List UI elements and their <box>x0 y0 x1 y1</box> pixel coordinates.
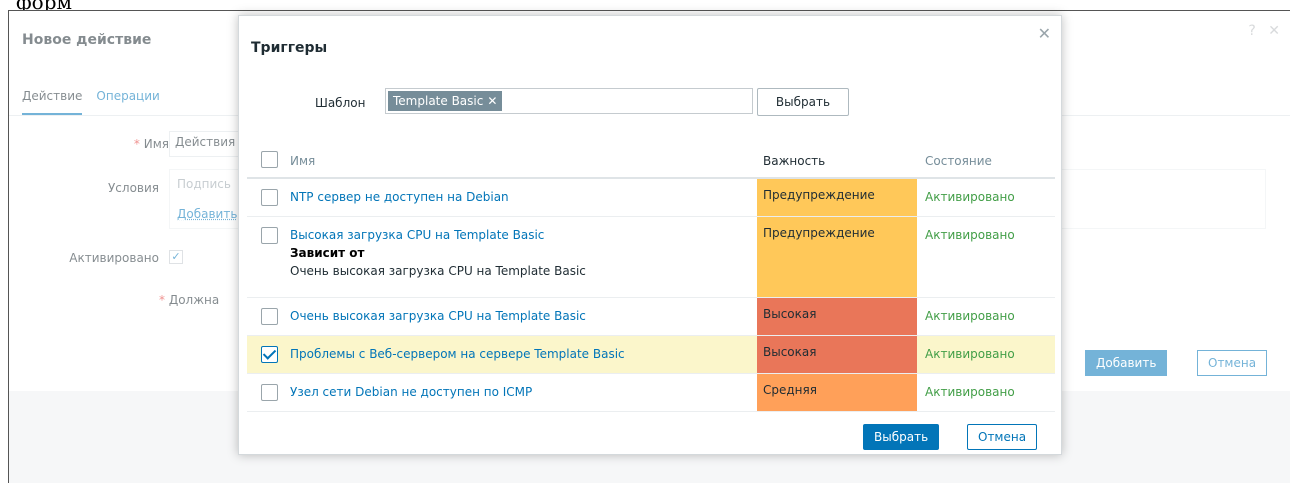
trigger-name-link[interactable]: Проблемы с Веб-сервером на сервере Templ… <box>290 347 625 361</box>
column-header-status: Состояние <box>925 154 992 168</box>
status-cell[interactable]: Активировано <box>925 190 1015 204</box>
close-icon[interactable]: ✕ <box>1038 24 1051 43</box>
row-checkbox[interactable] <box>261 346 278 363</box>
table-header: Имя Важность Состояние <box>247 140 1055 179</box>
severity-cell: Высокая <box>757 336 917 373</box>
severity-cell: Средняя <box>757 374 917 411</box>
select-template-button[interactable]: Выбрать <box>757 88 849 116</box>
template-multiselect[interactable]: Template Basic ✕ <box>385 88 753 114</box>
status-cell[interactable]: Активировано <box>925 309 1015 323</box>
depends-on-item: Очень высокая загрузка CPU на Template B… <box>290 264 586 278</box>
trigger-name-link[interactable]: Очень высокая загрузка CPU на Template B… <box>290 309 586 323</box>
table-row: NTP сервер не доступен на Debian Предупр… <box>247 179 1055 217</box>
template-label: Шаблон <box>315 96 366 110</box>
severity-cell: Предупреждение <box>757 179 917 216</box>
template-chip: Template Basic ✕ <box>388 91 503 111</box>
trigger-name-block: Высокая загрузка CPU на Template Basic З… <box>290 228 586 278</box>
triggers-table: Имя Важность Состояние NTP сервер не дос… <box>247 140 1055 412</box>
table-row: Проблемы с Веб-сервером на сервере Templ… <box>247 336 1055 374</box>
status-cell[interactable]: Активировано <box>925 385 1015 399</box>
remove-chip-icon[interactable]: ✕ <box>487 94 497 108</box>
modal-cancel-button[interactable]: Отмена <box>967 424 1038 450</box>
row-checkbox[interactable] <box>261 384 278 401</box>
trigger-name-link[interactable]: NTP сервер не доступен на Debian <box>290 190 509 204</box>
row-checkbox[interactable] <box>261 189 278 206</box>
modal-title: Триггеры <box>251 40 328 56</box>
trigger-name-link[interactable]: Узел сети Debian не доступен по ICMP <box>290 385 532 399</box>
depends-on-title: Зависит от <box>290 246 365 260</box>
row-checkbox[interactable] <box>261 308 278 325</box>
severity-cell: Предупреждение <box>757 217 917 297</box>
table-row: Очень высокая загрузка CPU на Template B… <box>247 298 1055 336</box>
table-row: Узел сети Debian не доступен по ICMP Сре… <box>247 374 1055 412</box>
trigger-name-link[interactable]: Высокая загрузка CPU на Template Basic <box>290 228 586 242</box>
select-button[interactable]: Выбрать <box>863 424 940 450</box>
status-cell[interactable]: Активировано <box>925 347 1015 361</box>
status-cell[interactable]: Активировано <box>925 228 1015 242</box>
column-header-severity: Важность <box>763 154 826 168</box>
template-chip-label: Template Basic <box>393 94 484 108</box>
app-frame: Новое действие ? ✕ Действие Операции * И… <box>8 10 1290 483</box>
table-row: Высокая загрузка CPU на Template Basic З… <box>247 217 1055 298</box>
select-all-checkbox[interactable] <box>261 151 278 168</box>
triggers-modal: Триггеры ✕ Шаблон Template Basic ✕ Выбрат… <box>238 15 1062 455</box>
column-header-name[interactable]: Имя <box>290 154 315 168</box>
severity-cell: Высокая <box>757 298 917 335</box>
row-checkbox[interactable] <box>261 227 278 244</box>
